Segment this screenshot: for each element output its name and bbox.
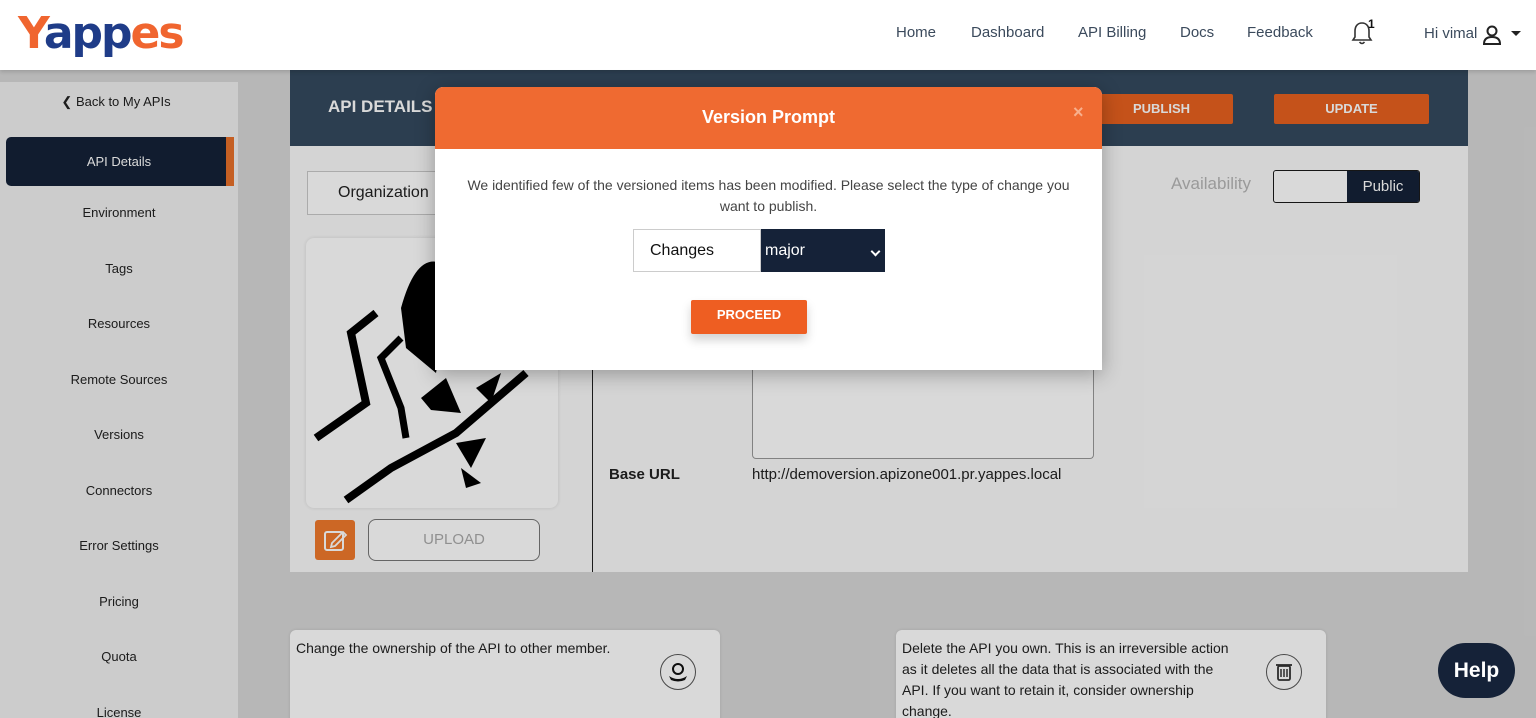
proceed-button[interactable]: PROCEED [691, 300, 807, 334]
sidebar-item-tags[interactable]: Tags [6, 244, 232, 293]
delete-api-card: Delete the API you own. This is an irrev… [896, 630, 1326, 718]
close-icon[interactable]: × [1073, 102, 1084, 123]
modal-message: We identified few of the versioned items… [467, 177, 1070, 214]
transfer-ownership-icon[interactable] [660, 654, 696, 690]
availability-public-option[interactable]: Public [1347, 171, 1419, 202]
modal-header: Version Prompt × [435, 87, 1102, 149]
changes-label: Changes [633, 229, 761, 272]
top-header: Yappes Home Dashboard API Billing Docs F… [0, 0, 1536, 70]
base-url-label: Base URL [609, 466, 680, 483]
description-textarea[interactable] [752, 356, 1094, 459]
yappes-logo[interactable]: Yappes [18, 8, 185, 59]
sidebar: ❮ Back to My APIs API Details Environmen… [0, 82, 238, 718]
nav-dashboard[interactable]: Dashboard [971, 24, 1044, 41]
vertical-divider [592, 366, 593, 572]
nav-home[interactable]: Home [896, 24, 936, 41]
help-button[interactable]: Help [1438, 643, 1515, 698]
upload-button[interactable]: UPLOAD [368, 519, 540, 561]
edit-icon[interactable] [315, 520, 355, 560]
sidebar-item-api-details[interactable]: API Details [6, 137, 234, 186]
sidebar-item-connectors[interactable]: Connectors [6, 466, 232, 515]
trash-icon[interactable] [1266, 654, 1302, 690]
notification-count: 1 [1368, 17, 1375, 31]
sidebar-item-remote-sources[interactable]: Remote Sources [6, 355, 232, 404]
change-type-select[interactable]: major [761, 229, 885, 272]
delete-text: Delete the API you own. This is an irrev… [902, 640, 1229, 718]
update-button[interactable]: UPDATE [1274, 94, 1429, 124]
sidebar-item-license[interactable]: License [6, 688, 232, 718]
chevron-left-icon: ❮ [61, 94, 73, 109]
modal-title: Version Prompt [701, 107, 836, 127]
ownership-text: Change the ownership of the API to other… [296, 640, 611, 656]
nav-docs[interactable]: Docs [1180, 24, 1214, 41]
version-prompt-modal: Version Prompt × We identified few of th… [435, 87, 1102, 370]
nav-feedback[interactable]: Feedback [1247, 24, 1313, 41]
user-icon[interactable] [1481, 24, 1503, 46]
sidebar-item-error-settings[interactable]: Error Settings [6, 521, 232, 570]
publish-button[interactable]: PUBLISH [1090, 94, 1233, 124]
sidebar-item-environment[interactable]: Environment [6, 188, 232, 237]
sidebar-item-quota[interactable]: Quota [6, 632, 232, 681]
nav-api-billing[interactable]: API Billing [1078, 24, 1146, 41]
page-title: API DETAILS [328, 97, 433, 116]
chevron-down-icon[interactable] [1511, 31, 1521, 36]
back-to-my-apis-link[interactable]: ❮ Back to My APIs [0, 94, 232, 110]
user-greeting[interactable]: Hi vimal [1424, 25, 1477, 42]
ownership-card: Change the ownership of the API to other… [290, 630, 720, 718]
sidebar-item-pricing[interactable]: Pricing [6, 577, 232, 626]
availability-toggle[interactable]: Public [1273, 170, 1420, 203]
sidebar-item-resources[interactable]: Resources [6, 299, 232, 348]
availability-label: Availability [1171, 174, 1252, 193]
base-url-value: http://demoversion.apizone001.pr.yappes.… [752, 466, 1062, 483]
sidebar-item-versions[interactable]: Versions [6, 410, 232, 459]
